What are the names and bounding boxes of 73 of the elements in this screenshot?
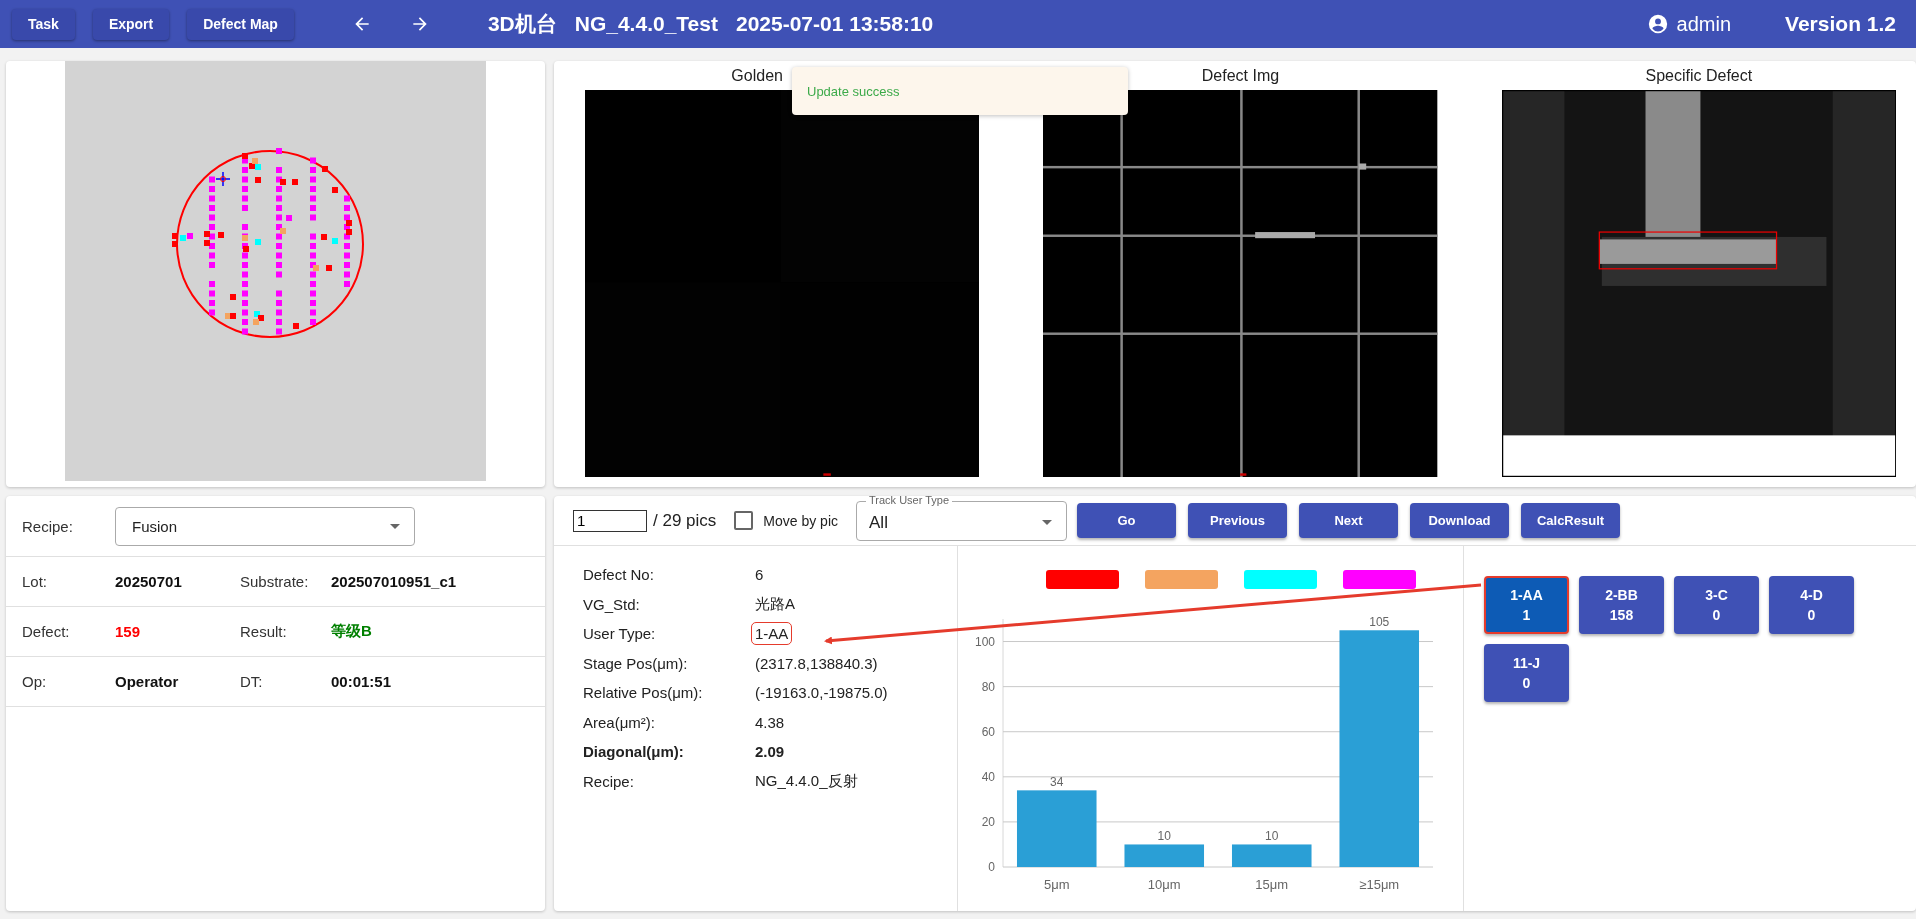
page-input[interactable]: 1 <box>573 509 647 532</box>
y-tick-label: 80 <box>981 679 995 694</box>
image-title: Defect Img <box>1201 66 1280 86</box>
field-value: 202507010951_c1 <box>331 573 458 590</box>
caret-icon <box>390 523 400 529</box>
user-type-button[interactable]: 1-AA 1 <box>1484 576 1569 634</box>
x-tick-label: 15μm <box>1255 877 1289 892</box>
detail-label: VG_Std: <box>583 595 641 613</box>
action-button[interactable]: Download <box>1410 503 1509 538</box>
user-type-button[interactable]: 4-D 0 <box>1769 576 1854 634</box>
field-label: DT: <box>240 673 264 690</box>
bar-value-label: 10 <box>1265 829 1279 844</box>
field-label: Defect: <box>22 623 71 640</box>
detail-value: 4.38 <box>754 712 786 733</box>
detail-value: (2317.8,138840.3) <box>754 653 879 674</box>
field-label: Recipe: <box>22 517 74 535</box>
field-label: Result: <box>240 623 288 640</box>
action-button[interactable]: Previous <box>1188 503 1287 538</box>
version-label: Version 1.2 <box>1785 12 1896 36</box>
user-type-button[interactable]: 11-J 0 <box>1484 644 1569 702</box>
detail-label: Relative Pos(μm): <box>583 684 704 702</box>
field-label: Op: <box>22 673 48 690</box>
detail-label: Recipe: <box>583 772 635 790</box>
toolbar-button[interactable]: Export <box>92 8 170 40</box>
bar-value-label: 105 <box>1369 615 1390 630</box>
x-tick-label: ≥15μm <box>1359 877 1400 892</box>
image-title: Specific Defect <box>1645 66 1753 86</box>
header-title: NG_4.4.0_Test <box>574 12 718 36</box>
toast-message: Update success <box>792 67 1128 115</box>
user-type-button[interactable]: 2-BB 158 <box>1579 576 1664 634</box>
user-type-button[interactable]: 3-C 0 <box>1674 576 1759 634</box>
field-label: Substrate: <box>240 573 310 590</box>
action-button[interactable]: Go <box>1077 503 1176 538</box>
detail-value: 2.09 <box>754 742 786 763</box>
y-tick-label: 0 <box>988 860 995 874</box>
field-value: 00:01:51 <box>331 673 393 690</box>
detail-value: 1-AA <box>751 622 793 646</box>
x-tick-label: 10μm <box>1147 877 1181 892</box>
bar-value-label: 10 <box>1157 829 1171 844</box>
field-label: Lot: <box>22 573 49 590</box>
recipe-select[interactable]: Fusion <box>115 506 415 546</box>
field-value: 20250701 <box>115 573 183 590</box>
detail-value: 光路A <box>754 593 796 614</box>
checkbox-label: Move by pic <box>763 512 838 529</box>
toolbar-button[interactable]: Task <box>12 8 75 40</box>
detail-label: Diagonal(μm): <box>583 743 685 761</box>
header-title: 2025-07-01 13:58:10 <box>735 12 934 36</box>
detail-label: Defect No: <box>583 566 655 584</box>
caret-icon <box>1042 520 1052 525</box>
detail-label: User Type: <box>583 625 657 643</box>
user-name: admin <box>1676 12 1732 36</box>
detail-label: Area(μm²): <box>583 713 656 731</box>
field-value: Operator <box>115 673 180 690</box>
detail-value: (-19163.0,-19875.0) <box>754 683 889 704</box>
x-tick-label: 5μm <box>1043 877 1070 892</box>
header-title: 3D机台 <box>487 11 557 37</box>
page-total: / 29 pics <box>653 510 717 531</box>
toolbar-button[interactable]: Defect Map <box>187 8 294 40</box>
y-tick-label: 60 <box>981 724 995 739</box>
action-button[interactable]: Next <box>1299 503 1398 538</box>
y-tick-label: 20 <box>981 814 995 829</box>
bar-value-label: 34 <box>1050 775 1064 790</box>
account-icon <box>1646 13 1669 35</box>
y-tick-label: 40 <box>981 769 995 784</box>
checkbox[interactable] <box>734 511 754 530</box>
detail-value: 6 <box>754 565 765 586</box>
detail-label: Stage Pos(μm): <box>583 654 689 672</box>
field-value: 159 <box>115 623 142 640</box>
detail-value: NG_4.4.0_反射 <box>754 770 859 791</box>
image-title: Golden <box>731 66 783 86</box>
y-tick-label: 100 <box>974 634 995 649</box>
action-button[interactable]: CalcResult <box>1521 503 1620 538</box>
field-value: 等级B <box>331 622 373 641</box>
